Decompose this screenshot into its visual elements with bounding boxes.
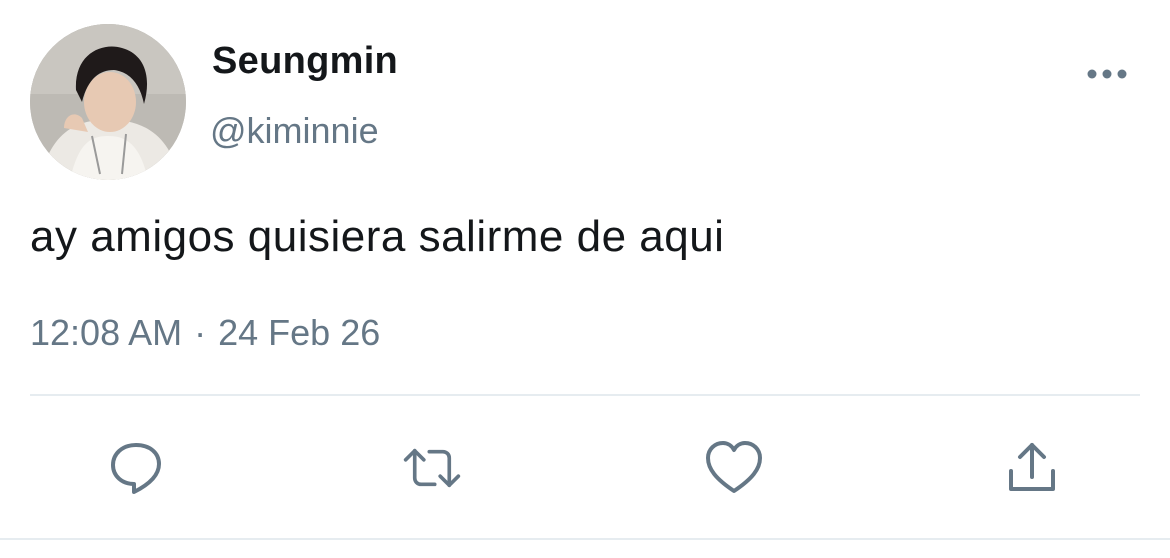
more-options-icon[interactable]: [1086, 64, 1128, 84]
avatar-photo: [30, 24, 186, 180]
reply-button[interactable]: [106, 438, 166, 498]
tweet-card: Seungmin @kiminnie ay amigos quisiera sa…: [0, 0, 1170, 558]
avatar[interactable]: [30, 24, 186, 180]
comment-bubble-icon: [111, 443, 161, 494]
retweet-button[interactable]: [402, 438, 462, 498]
divider: [30, 394, 1140, 396]
tweet-timestamp[interactable]: 12:08 AM · 24 Feb 26: [30, 312, 380, 354]
tweet-text: ay amigos quisiera salirme de aqui: [30, 212, 725, 261]
timestamp-separator: ·: [194, 312, 207, 353]
display-name[interactable]: Seungmin: [212, 40, 398, 83]
tweet-date: 24 Feb 26: [218, 312, 381, 353]
heart-icon: [706, 441, 762, 493]
share-button[interactable]: [1002, 438, 1062, 498]
tweet-time: 12:08 AM: [30, 312, 183, 353]
share-upload-icon: [1009, 443, 1055, 491]
bottom-divider: [0, 538, 1170, 540]
retweet-arrows-icon: [403, 448, 461, 488]
user-handle[interactable]: @kiminnie: [210, 110, 379, 152]
like-button[interactable]: [704, 438, 764, 498]
